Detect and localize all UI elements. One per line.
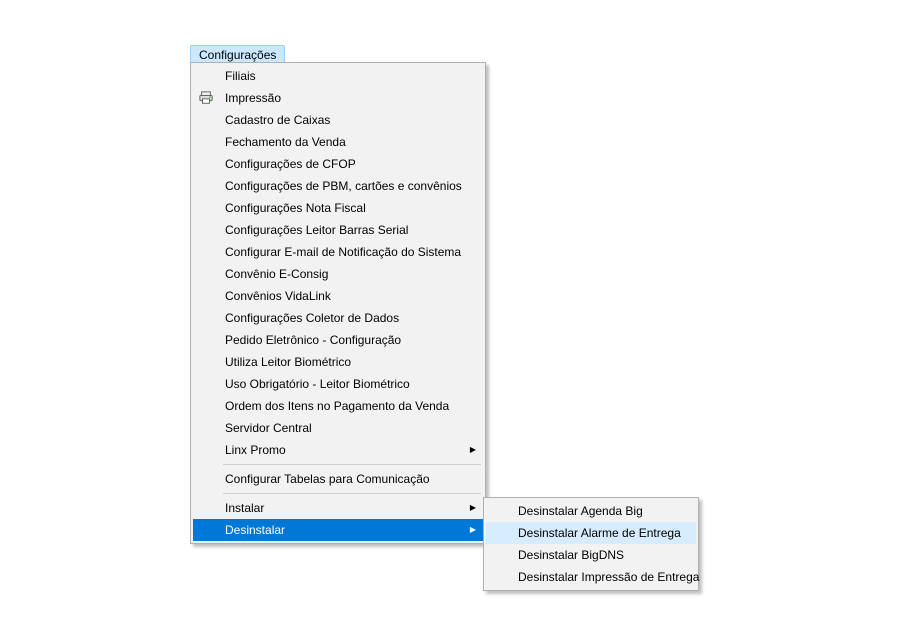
submenu-arrow-icon: ▶ (469, 497, 477, 519)
menu-item[interactable]: Desinstalar ▶ (193, 519, 483, 541)
menu-item-label: Impressão (225, 91, 281, 105)
menu-item[interactable]: Configurações de CFOP (193, 153, 483, 175)
menu-item-label: Configurar Tabelas para Comunicação (225, 472, 430, 486)
menu-item-label: Ordem dos Itens no Pagamento da Venda (225, 399, 449, 413)
menu-item-label: Desinstalar (225, 523, 285, 537)
menu-item-label: Filiais (225, 69, 256, 83)
menu-item[interactable]: Cadastro de Caixas (193, 109, 483, 131)
menu-item-label: Configurações Leitor Barras Serial (225, 223, 408, 237)
submenu-item-label: Desinstalar BigDNS (518, 548, 624, 562)
menu-item[interactable]: Impressão (193, 87, 483, 109)
menu-separator (223, 493, 481, 494)
menu-item-label: Configurações de CFOP (225, 157, 356, 171)
menu-item[interactable]: Convênio E-Consig (193, 263, 483, 285)
menu-item-label: Convênio E-Consig (225, 267, 328, 281)
menu-item[interactable]: Configurações Coletor de Dados (193, 307, 483, 329)
submenu-items: Desinstalar Agenda Big Desinstalar Alarme… (486, 500, 696, 588)
menu-item-label: Instalar (225, 501, 264, 515)
submenu-desinstalar: Desinstalar Agenda Big Desinstalar Alarme… (483, 497, 699, 591)
submenu-item[interactable]: Desinstalar Alarme de Entrega (486, 522, 696, 544)
menu-item-label: Configurar E-mail de Notificação do Sist… (225, 245, 461, 259)
menu-item-label: Configurações Coletor de Dados (225, 311, 399, 325)
menu-item[interactable]: Pedido Eletrônico - Configuração (193, 329, 483, 351)
menu-item[interactable]: Filiais (193, 65, 483, 87)
menu-item-label: Utiliza Leitor Biométrico (225, 355, 351, 369)
submenu-item-label: Desinstalar Alarme de Entrega (518, 526, 681, 540)
menu-item[interactable]: Configurações Nota Fiscal (193, 197, 483, 219)
submenu-item-label: Desinstalar Impressão de Entrega (518, 570, 699, 584)
menu-item-label: Linx Promo (225, 443, 286, 457)
menu-item[interactable]: Configurar E-mail de Notificação do Sist… (193, 241, 483, 263)
dropdown-configuracoes: Filiais Impressão Cadastro de Caixas Fecham… (190, 62, 486, 544)
submenu-arrow-icon: ▶ (469, 439, 477, 461)
menu-item[interactable]: Uso Obrigatório - Leitor Biométrico (193, 373, 483, 395)
submenu-item-label: Desinstalar Agenda Big (518, 504, 643, 518)
menu-item-label: Configurações de PBM, cartões e convênio… (225, 179, 462, 193)
menubar-item-label: Configurações (199, 48, 276, 62)
menu-item-label: Pedido Eletrônico - Configuração (225, 333, 401, 347)
menu-separator (223, 464, 481, 465)
menu-item-label: Cadastro de Caixas (225, 113, 330, 127)
menu-item[interactable]: Configurações Leitor Barras Serial (193, 219, 483, 241)
menu-item[interactable]: Ordem dos Itens no Pagamento da Venda (193, 395, 483, 417)
menu-item-label: Convênios VidaLink (225, 289, 331, 303)
menu-item[interactable]: Convênios VidaLink (193, 285, 483, 307)
menu-item-label: Servidor Central (225, 421, 312, 435)
submenu-item[interactable]: Desinstalar BigDNS (486, 544, 696, 566)
menu-item[interactable]: Configurar Tabelas para Comunicação (193, 468, 483, 490)
menu-item[interactable]: Servidor Central (193, 417, 483, 439)
dropdown-items: Filiais Impressão Cadastro de Caixas Fecham… (193, 65, 483, 541)
submenu-item[interactable]: Desinstalar Agenda Big (486, 500, 696, 522)
printer-icon (197, 89, 215, 107)
menu-item-label: Uso Obrigatório - Leitor Biométrico (225, 377, 410, 391)
submenu-item[interactable]: Desinstalar Impressão de Entrega (486, 566, 696, 588)
menu-item[interactable]: Configurações de PBM, cartões e convênio… (193, 175, 483, 197)
menu-item[interactable]: Instalar ▶ (193, 497, 483, 519)
submenu-arrow-icon: ▶ (469, 519, 477, 541)
menu-item-label: Configurações Nota Fiscal (225, 201, 366, 215)
menu-item[interactable]: Linx Promo ▶ (193, 439, 483, 461)
menu-item[interactable]: Utiliza Leitor Biométrico (193, 351, 483, 373)
menu-item[interactable]: Fechamento da Venda (193, 131, 483, 153)
menu-item-label: Fechamento da Venda (225, 135, 346, 149)
